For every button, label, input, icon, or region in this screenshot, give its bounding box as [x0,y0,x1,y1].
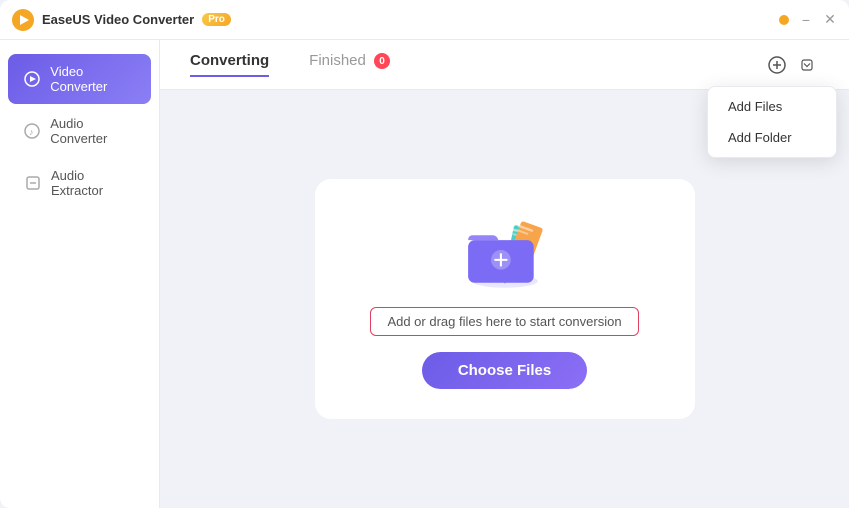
app-logo-icon [12,9,34,31]
close-button[interactable]: ✕ [823,13,837,27]
sidebar-item-audio-extractor-label: Audio Extractor [51,168,135,198]
main-layout: Video Converter ♪ Audio Converter [0,40,849,508]
content-area: Converting Finished 0 [160,40,849,508]
tab-bar: Converting Finished 0 [160,40,849,90]
drop-hint: Add or drag files here to start conversi… [370,307,638,336]
traffic-light-icon [779,15,789,25]
add-folder-menu-item[interactable]: Add Folder [708,122,836,153]
svg-text:♪: ♪ [29,127,34,137]
minimize-button[interactable]: − [799,13,813,27]
app-title: EaseUS Video Converter [42,12,194,27]
add-button[interactable] [763,51,791,79]
sidebar: Video Converter ♪ Audio Converter [0,40,160,508]
title-bar-controls: − ✕ [779,13,837,27]
sidebar-item-audio-converter-label: Audio Converter [50,116,135,146]
sidebar-item-video-converter[interactable]: Video Converter [8,54,151,104]
tab-actions [763,51,819,79]
sidebar-item-video-converter-label: Video Converter [50,64,135,94]
folder-illustration [440,209,570,291]
choose-files-button[interactable]: Choose Files [422,352,587,389]
dropdown-toggle-button[interactable] [795,51,819,79]
tabs: Converting Finished 0 [190,52,390,77]
add-files-menu-item[interactable]: Add Files [708,91,836,122]
title-bar: EaseUS Video Converter Pro − ✕ [0,0,849,40]
video-converter-icon [24,70,40,88]
drop-zone: Add or drag files here to start conversi… [315,179,695,419]
pro-badge: Pro [202,13,231,26]
audio-extractor-icon [24,174,41,192]
tab-converting[interactable]: Converting [190,52,269,77]
finished-badge: 0 [374,53,390,69]
app-window: EaseUS Video Converter Pro − ✕ Video Con… [0,0,849,508]
audio-converter-icon: ♪ [24,122,40,140]
sidebar-item-audio-extractor[interactable]: Audio Extractor [8,158,151,208]
sidebar-item-audio-converter[interactable]: ♪ Audio Converter [8,106,151,156]
title-bar-left: EaseUS Video Converter Pro [12,9,231,31]
dropdown-menu: Add Files Add Folder [707,86,837,158]
tab-finished[interactable]: Finished 0 [309,52,390,77]
